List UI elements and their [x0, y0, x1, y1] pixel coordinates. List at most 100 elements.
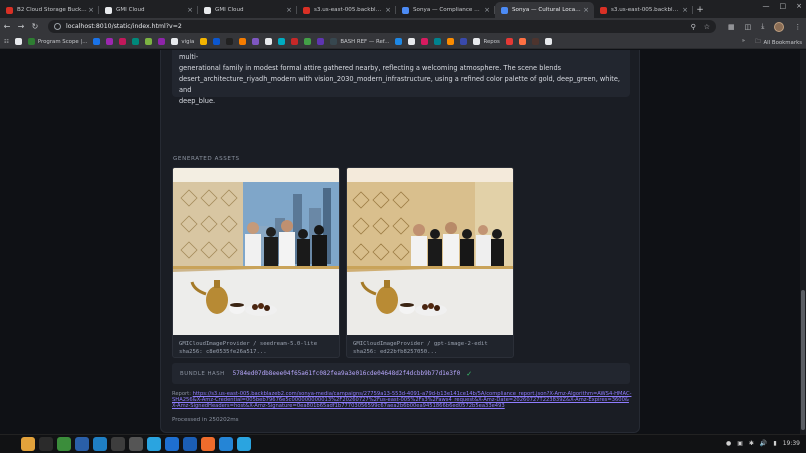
bookmark-item[interactable]	[531, 38, 539, 45]
vscode-icon[interactable]	[93, 437, 107, 451]
ubuntu-icon[interactable]	[3, 437, 17, 451]
bookmark-item[interactable]	[226, 38, 234, 45]
bookmark-item[interactable]	[460, 38, 468, 45]
bookmark-item[interactable]	[291, 38, 299, 45]
maximize-icon[interactable]: □	[780, 2, 787, 10]
bookmark-item[interactable]	[106, 38, 114, 45]
bookmark-favicon-icon	[505, 38, 513, 45]
close-icon[interactable]: ×	[483, 6, 491, 14]
bluetooth-icon[interactable]: ✱	[749, 440, 754, 447]
prompt-line: generational family in modest formal att…	[179, 64, 562, 72]
generated-image[interactable]	[347, 168, 514, 335]
bookmark-item[interactable]: Program Scope |...	[27, 38, 87, 45]
telegram2-icon[interactable]	[237, 437, 251, 451]
forward-icon[interactable]: →	[14, 22, 28, 31]
bookmark-item[interactable]	[278, 38, 286, 45]
close-icon[interactable]: ×	[285, 6, 293, 14]
bookmark-item[interactable]	[132, 38, 140, 45]
bookmark-item[interactable]	[544, 38, 552, 45]
chrome-icon[interactable]	[57, 437, 71, 451]
bookmark-item[interactable]	[265, 38, 273, 45]
browser-tab[interactable]: s3.us-east-005.backblazeb2.c×	[297, 2, 396, 18]
bundle-hash-value[interactable]: 5784ed07db8eee04f65a61fc082fea9a3e016cde…	[233, 370, 461, 377]
close-icon[interactable]: ×	[87, 6, 95, 14]
menu-icon[interactable]: ⋮	[794, 23, 801, 31]
browser-tab[interactable]: GMI Cloud ×	[198, 2, 297, 18]
bookmark-item[interactable]	[158, 38, 166, 45]
notes-icon[interactable]	[165, 437, 179, 451]
asset-card-gpt-image[interactable]: GMICloudImageProvider / gpt-image-2-edit…	[346, 167, 514, 358]
code-icon[interactable]	[219, 437, 233, 451]
bookmark-item[interactable]	[252, 38, 260, 45]
bookmark-item[interactable]: vigia	[171, 38, 194, 45]
bookmark-item[interactable]	[518, 38, 526, 45]
scrollbar-thumb[interactable]	[801, 290, 805, 430]
volume-icon[interactable]: 🔊	[760, 440, 767, 447]
new-tab-button[interactable]: +	[693, 2, 707, 18]
asset-provider: GMICloudImageProvider / gpt-image-2-edit	[353, 341, 488, 347]
browser-tab[interactable]: Sonya — Cultural Localizatio×	[495, 2, 594, 18]
page-scrollbar[interactable]	[800, 50, 806, 434]
asset-provider: GMICloudImageProvider / seedream-5.0-lit…	[179, 341, 318, 347]
address-bar[interactable]: localhost:8010/static/index.html?v=2 ⚲ ☆	[48, 20, 716, 33]
site-info-icon[interactable]	[54, 23, 61, 30]
favicon-icon	[501, 6, 508, 14]
bookmark-item[interactable]	[505, 38, 513, 45]
extensions-icon[interactable]: ▦	[728, 23, 735, 31]
bookmark-item[interactable]: BASH REF — Ref...	[330, 38, 389, 45]
url-text[interactable]: localhost:8010/static/index.html?v=2	[66, 23, 683, 30]
bookmark-item[interactable]: Repos	[473, 38, 500, 45]
report-link[interactable]: https://s3.us-east-005.backblazeb2.com/s…	[172, 391, 631, 409]
avatar[interactable]	[774, 21, 785, 32]
mail-icon[interactable]	[75, 437, 89, 451]
bookmark-item[interactable]	[408, 38, 416, 45]
settings-icon[interactable]	[129, 437, 143, 451]
zoom-icon[interactable]: ⚲	[691, 23, 696, 31]
terminal-icon[interactable]	[39, 437, 53, 451]
asset-card-seedream[interactable]: GMICloudImageProvider / seedream-5.0-lit…	[172, 167, 340, 358]
screenshot-icon[interactable]	[183, 437, 197, 451]
close-icon[interactable]: ×	[186, 6, 194, 14]
bookmark-item[interactable]	[145, 38, 153, 45]
minimize-icon[interactable]: —	[763, 2, 770, 10]
bookmark-item[interactable]	[421, 38, 429, 45]
telegram-icon[interactable]	[147, 437, 161, 451]
apps-grid-icon[interactable]: ☷	[4, 39, 9, 45]
close-icon[interactable]: ×	[582, 6, 590, 14]
bookmark-item[interactable]	[14, 38, 22, 45]
close-icon[interactable]: ×	[681, 6, 689, 14]
bookmark-item[interactable]	[447, 38, 455, 45]
browser-tab[interactable]: B2 Cloud Storage Buckets ×	[0, 2, 99, 18]
bookmark-item[interactable]	[200, 38, 208, 45]
bookmark-item[interactable]	[119, 38, 127, 45]
bookmark-item[interactable]	[213, 38, 221, 45]
network-icon[interactable]: ●	[726, 440, 731, 447]
display-icon[interactable]: ▣	[737, 440, 743, 447]
close-icon[interactable]: ×	[384, 6, 392, 14]
clock[interactable]: 19:39	[783, 440, 800, 447]
back-icon[interactable]: ←	[0, 22, 14, 31]
side-panel-icon[interactable]: ◫	[745, 23, 752, 31]
bookmark-item[interactable]	[239, 38, 247, 45]
bookmark-star-icon[interactable]: ☆	[704, 23, 710, 31]
all-bookmarks-button[interactable]: 🗀 All Bookmarks	[755, 38, 802, 47]
battery-icon[interactable]: ▮	[773, 440, 776, 447]
download-icon[interactable]: ⤓	[761, 22, 764, 31]
bookmark-item[interactable]	[93, 38, 101, 45]
bookmark-item[interactable]	[304, 38, 312, 45]
asset-sha: sha256: c8e0535fe26a517...	[179, 349, 267, 355]
browser-tab[interactable]: Sonya — Compliance Notar ×	[396, 2, 495, 18]
generated-image[interactable]	[173, 168, 340, 335]
more-bookmarks-icon[interactable]: »	[742, 38, 745, 47]
bookmark-item[interactable]	[317, 38, 325, 45]
reload-icon[interactable]: ↻	[28, 22, 42, 31]
browser-tab[interactable]: s3.us-east-005.backblazeb2.c×	[594, 2, 693, 18]
editor-icon[interactable]	[111, 437, 125, 451]
files-icon[interactable]	[21, 437, 35, 451]
bookmark-item[interactable]	[395, 38, 403, 45]
postman-icon[interactable]	[201, 437, 215, 451]
bookmark-favicon-icon	[158, 38, 166, 45]
bookmark-item[interactable]	[434, 38, 442, 45]
browser-tab[interactable]: GMI Cloud ×	[99, 2, 198, 18]
close-window-icon[interactable]: ×	[796, 2, 802, 10]
